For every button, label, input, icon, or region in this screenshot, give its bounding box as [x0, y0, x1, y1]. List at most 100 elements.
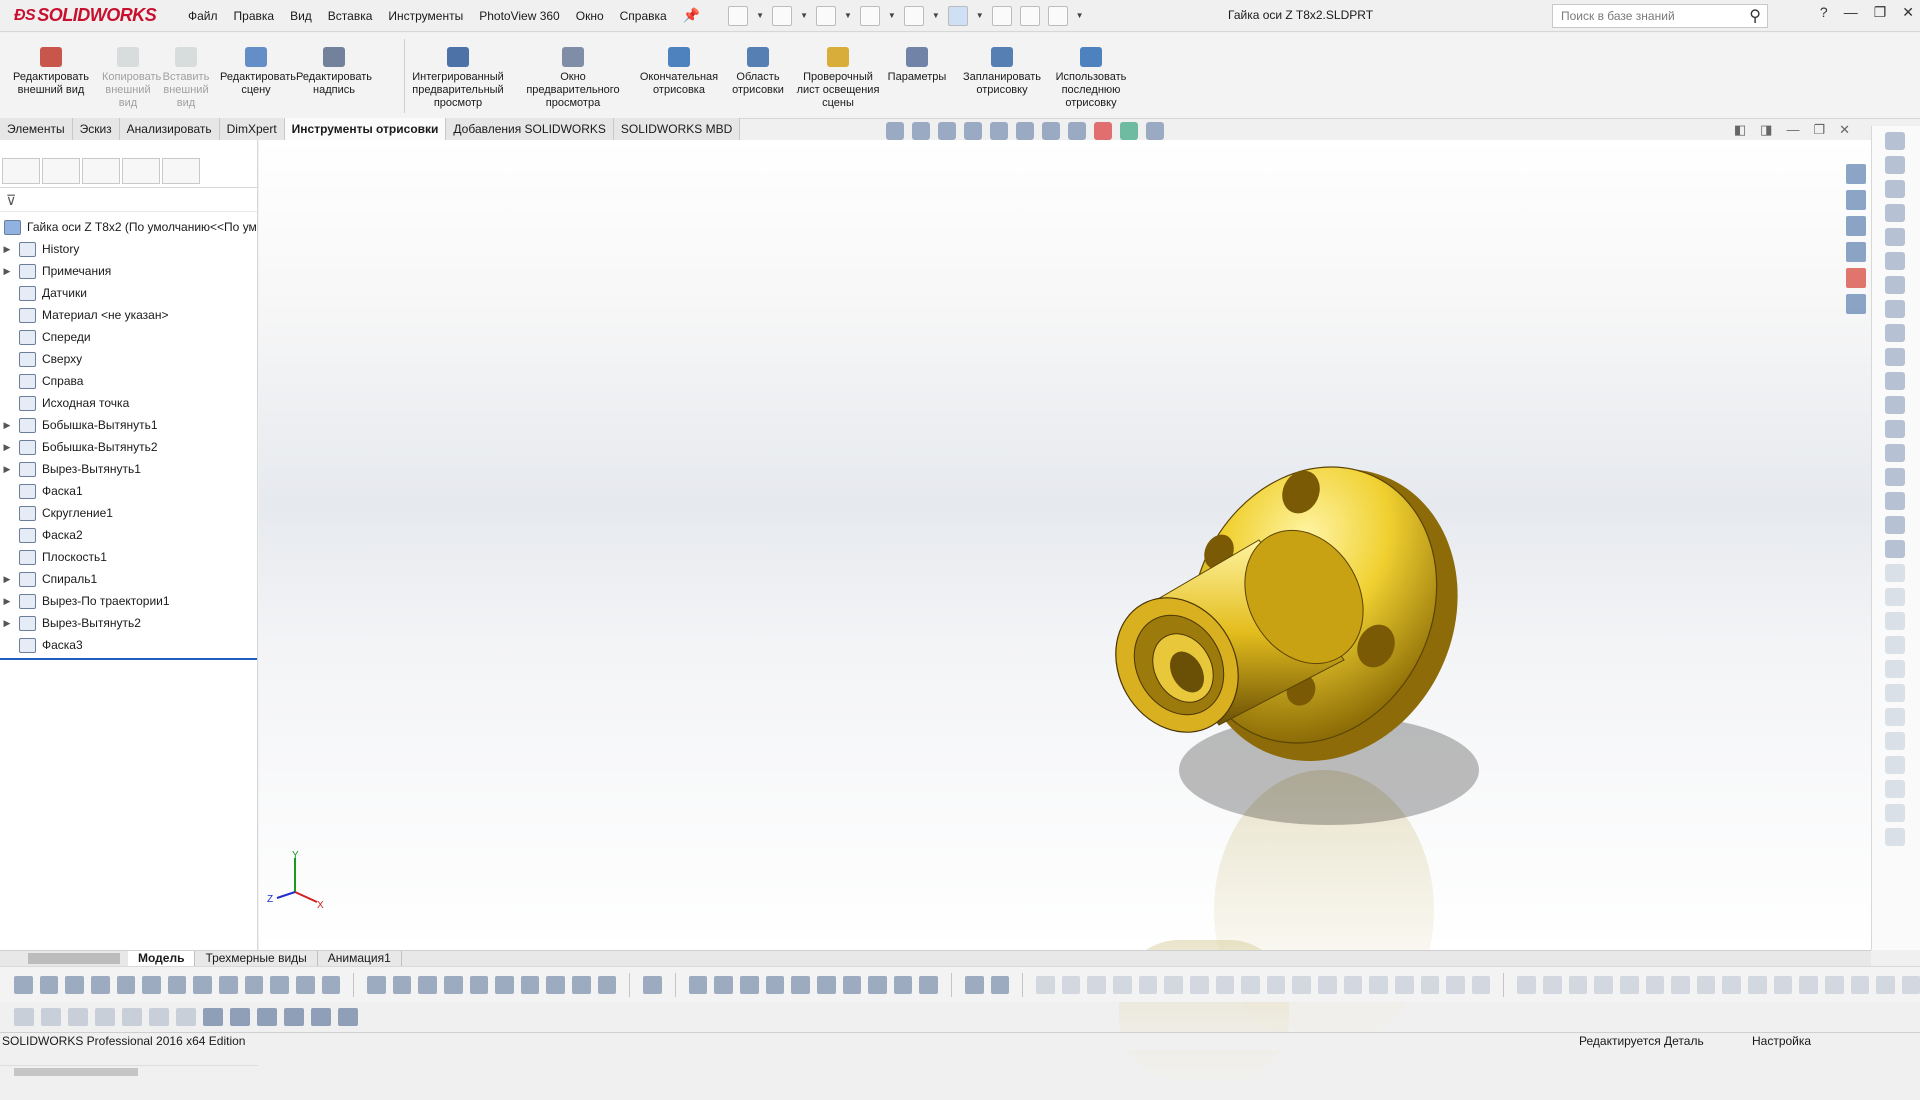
sketch-tool-icon[interactable] — [1885, 252, 1905, 270]
save-icon[interactable] — [815, 5, 836, 26]
toolbar-tool-icon[interactable] — [1901, 975, 1920, 994]
toolbar-tool-icon[interactable] — [893, 975, 913, 994]
zoom-to-fit-icon[interactable] — [886, 122, 904, 140]
design-library-icon[interactable] — [1846, 190, 1866, 210]
toolbar-tool-icon[interactable] — [1087, 975, 1107, 994]
panel-horizontal-scrollbar[interactable] — [0, 1065, 258, 1077]
menu-item-1[interactable]: Правка — [226, 0, 283, 32]
zoom-area-icon[interactable] — [912, 122, 930, 140]
tree-root[interactable]: Гайка оси Z T8x2 (По умолчанию<<По ум — [0, 216, 257, 238]
filter-icon[interactable]: ⊽ — [0, 188, 257, 212]
toolbar-tool-icon[interactable] — [14, 1008, 34, 1026]
tab-1[interactable]: Эскиз — [73, 118, 120, 140]
tree-item[interactable]: Фаска3 — [0, 634, 257, 656]
sketch-tool-icon[interactable] — [1885, 492, 1905, 510]
toolbar-tool-icon[interactable] — [1824, 975, 1844, 994]
toolbar-tool-icon[interactable] — [965, 975, 984, 994]
previous-view-icon[interactable] — [938, 122, 956, 140]
toolbar-tool-icon[interactable] — [257, 1008, 277, 1026]
viewport-restore-icon[interactable]: ❐ — [1813, 122, 1825, 138]
view-settings-icon[interactable] — [1146, 122, 1164, 140]
help-icon[interactable]: ? — [1820, 4, 1828, 21]
menu-item-3[interactable]: Вставка — [320, 0, 381, 32]
sketch-tool-icon[interactable] — [1885, 132, 1905, 150]
toolbar-tool-icon[interactable] — [1850, 975, 1870, 994]
toolbar-tool-icon[interactable] — [219, 975, 238, 994]
sketch-tool-icon[interactable] — [1885, 708, 1905, 726]
toolbar-tool-icon[interactable] — [295, 975, 315, 994]
toolbar-tool-icon[interactable] — [41, 1008, 61, 1026]
tree-item[interactable]: ▶ Спираль1 — [0, 568, 257, 590]
tab-4[interactable]: Инструменты отрисовки — [284, 118, 447, 140]
status-customize[interactable]: Настройка — [1752, 1033, 1811, 1050]
toolbar-tool-icon[interactable] — [1318, 975, 1337, 994]
sketch-tool-icon[interactable] — [1885, 324, 1905, 342]
sketch-tool-icon[interactable] — [1885, 180, 1905, 198]
toolbar-tool-icon[interactable] — [1189, 975, 1209, 994]
tab-6[interactable]: SOLIDWORKS MBD — [614, 118, 741, 140]
tab-2[interactable]: Анализировать — [120, 118, 220, 140]
toolbar-tool-icon[interactable] — [520, 975, 540, 994]
toolbar-tool-icon[interactable] — [469, 975, 489, 994]
toolbar-tool-icon[interactable] — [1619, 975, 1639, 994]
section-view-icon[interactable] — [964, 122, 982, 140]
tree-item[interactable]: Исходная точка — [0, 392, 257, 414]
toolbar-tool-icon[interactable] — [418, 975, 437, 994]
open-icon[interactable] — [772, 5, 793, 26]
toolbar-tool-icon[interactable] — [1446, 975, 1465, 994]
hide-show-items-icon[interactable] — [1068, 122, 1086, 140]
tree-item[interactable]: Фаска1 — [0, 480, 257, 502]
ribbon-button-5[interactable]: Интегрированный предварительный просмотр — [400, 47, 516, 110]
restore-icon[interactable]: ❐ — [1874, 4, 1887, 21]
toolbar-tool-icon[interactable] — [311, 1008, 331, 1026]
tree-item[interactable]: ▶ Вырез-По траектории1 — [0, 590, 257, 612]
tab-0[interactable]: Элементы — [0, 118, 73, 140]
viewport-minimize-icon[interactable]: — — [1786, 122, 1799, 138]
solidworks-logo[interactable]: ƉS SOLIDWORKS — [0, 0, 158, 32]
expand-arrow-icon[interactable]: ▶ — [0, 464, 14, 475]
toolbar-tool-icon[interactable] — [1420, 975, 1440, 994]
toolbar-tool-icon[interactable] — [1696, 975, 1716, 994]
toolbar-tool-icon[interactable] — [1748, 975, 1767, 994]
sketch-tool-icon[interactable] — [1885, 636, 1905, 654]
ribbon-button-9[interactable]: Проверочный лист освещения сцены — [794, 47, 882, 110]
expand-arrow-icon[interactable]: ▶ — [0, 420, 14, 431]
solidworks-resources-icon[interactable] — [1846, 164, 1866, 184]
toolbar-tool-icon[interactable] — [740, 975, 759, 994]
viewport-close-icon[interactable]: ✕ — [1839, 122, 1850, 138]
toolbar-tool-icon[interactable] — [765, 975, 785, 994]
ribbon-button-10[interactable]: Параметры — [884, 47, 950, 84]
toolbar-tool-icon[interactable] — [1543, 975, 1562, 994]
tab-5[interactable]: Добавления SOLIDWORKS — [446, 118, 614, 140]
toolbar-tool-icon[interactable] — [116, 975, 136, 994]
toolbar-tool-icon[interactable] — [1594, 975, 1613, 994]
tree-item[interactable]: Справа — [0, 370, 257, 392]
ribbon-button-6[interactable]: Окно предварительного просмотра — [520, 47, 626, 110]
sketch-tool-icon[interactable] — [1885, 420, 1905, 438]
toolbar-tool-icon[interactable] — [392, 975, 412, 994]
expand-arrow-icon[interactable]: ▶ — [0, 574, 14, 585]
toolbar-tool-icon[interactable] — [443, 975, 463, 994]
ribbon-button-8[interactable]: Область отрисовки — [730, 47, 786, 97]
toolbar-tool-icon[interactable] — [167, 975, 187, 994]
options-gear-icon[interactable] — [1047, 5, 1068, 26]
ribbon-button-1[interactable]: Копировать внешний вид — [102, 47, 161, 110]
new-document-icon[interactable] — [728, 5, 749, 26]
tree-item[interactable]: ▶ Вырез-Вытянуть2 — [0, 612, 257, 634]
menu-item-5[interactable]: PhotoView 360 — [471, 0, 568, 32]
toolbar-tool-icon[interactable] — [1138, 975, 1158, 994]
sketch-tool-icon[interactable] — [1885, 372, 1905, 390]
toolbar-tool-icon[interactable] — [919, 975, 939, 994]
toolbar-tool-icon[interactable] — [270, 975, 289, 994]
toolbar-tool-icon[interactable] — [791, 975, 810, 994]
bottom-tab-1[interactable]: Трехмерные виды — [195, 951, 318, 966]
toolbar-tool-icon[interactable] — [1799, 975, 1818, 994]
toolbar-tool-icon[interactable] — [1517, 975, 1536, 994]
minimize-icon[interactable]: — — [1844, 4, 1858, 21]
sketch-tool-icon[interactable] — [1885, 780, 1905, 798]
tree-item[interactable]: ▶ Бобышка-Вытянуть1 — [0, 414, 257, 436]
expand-arrow-icon[interactable]: ▶ — [0, 442, 14, 453]
sketch-tool-icon[interactable] — [1885, 156, 1905, 174]
toolbar-tool-icon[interactable] — [597, 975, 617, 994]
sketch-tool-icon[interactable] — [1885, 588, 1905, 606]
